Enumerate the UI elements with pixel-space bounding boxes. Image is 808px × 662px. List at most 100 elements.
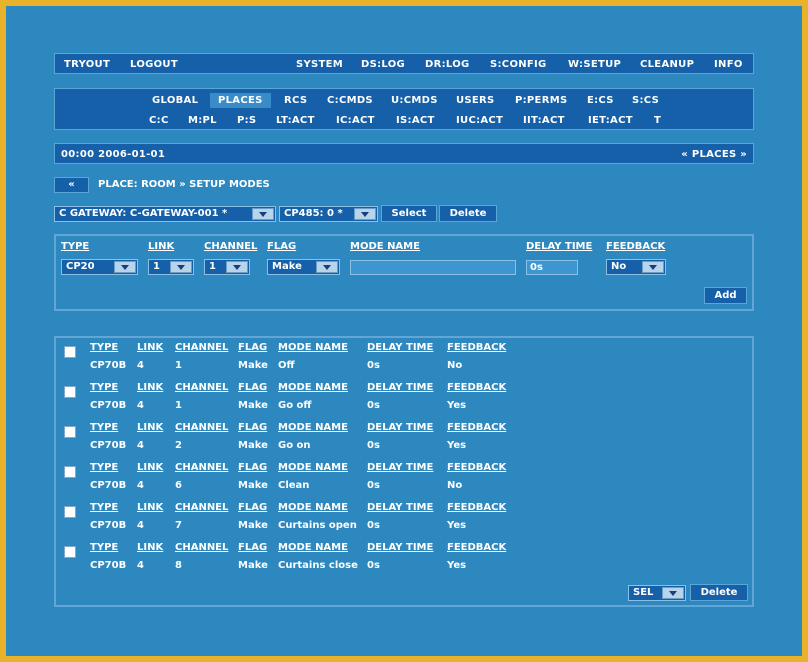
header-feedback[interactable]: FEEDBACK xyxy=(447,422,506,433)
nav-tryout[interactable]: TRYOUT xyxy=(64,59,110,70)
header-link[interactable]: LINK xyxy=(137,382,163,393)
row-checkbox[interactable] xyxy=(64,546,76,558)
header-link[interactable]: LINK xyxy=(137,542,163,553)
header-type[interactable]: TYPE xyxy=(90,342,118,353)
header-mode-name[interactable]: MODE NAME xyxy=(278,342,348,353)
header-link[interactable]: LINK xyxy=(148,241,174,252)
tab-p-s[interactable]: P:S xyxy=(237,115,256,126)
nav-cleanup[interactable]: CLEANUP xyxy=(640,59,694,70)
header-delay-time[interactable]: DELAY TIME xyxy=(367,342,433,353)
header-feedback[interactable]: FEEDBACK xyxy=(447,502,506,513)
tab-m-pl[interactable]: M:PL xyxy=(188,115,217,126)
tab-iuc-act[interactable]: IUC:ACT xyxy=(456,115,503,126)
header-link[interactable]: LINK xyxy=(137,502,163,513)
cp485-select[interactable]: CP485: 0 * xyxy=(279,206,378,222)
tab-rcs[interactable]: RCS xyxy=(284,95,307,106)
nav-system[interactable]: SYSTEM xyxy=(296,59,343,70)
places-link[interactable]: « PLACES » xyxy=(681,149,747,160)
header-feedback[interactable]: FEEDBACK xyxy=(606,241,665,252)
header-mode-name[interactable]: MODE NAME xyxy=(278,502,348,513)
header-link[interactable]: LINK xyxy=(137,462,163,473)
add-button[interactable]: Add xyxy=(704,287,747,304)
header-flag[interactable]: FLAG xyxy=(238,382,267,393)
header-delay-time[interactable]: DELAY TIME xyxy=(367,502,433,513)
tab-ic-act[interactable]: IC:ACT xyxy=(336,115,375,126)
header-flag[interactable]: FLAG xyxy=(238,542,267,553)
tab-s-cs[interactable]: S:CS xyxy=(632,95,659,106)
header-feedback[interactable]: FEEDBACK xyxy=(447,382,506,393)
header-delay-time[interactable]: DELAY TIME xyxy=(367,382,433,393)
tab-iet-act[interactable]: IET:ACT xyxy=(588,115,633,126)
header-channel[interactable]: CHANNEL xyxy=(204,241,257,252)
type-select[interactable]: CP20 xyxy=(61,259,138,275)
header-flag[interactable]: FLAG xyxy=(238,422,267,433)
header-delay-time[interactable]: DELAY TIME xyxy=(526,241,592,252)
flag-select[interactable]: Make xyxy=(267,259,340,275)
tab-c-cmds[interactable]: C:CMDS xyxy=(327,95,373,106)
delete-modes-button[interactable]: Delete xyxy=(690,584,748,601)
header-type[interactable]: TYPE xyxy=(90,502,118,513)
header-channel[interactable]: CHANNEL xyxy=(175,462,228,473)
header-feedback[interactable]: FEEDBACK xyxy=(447,542,506,553)
nav-s-config[interactable]: S:CONFIG xyxy=(490,59,547,70)
nav-logout[interactable]: LOGOUT xyxy=(130,59,178,70)
header-channel[interactable]: CHANNEL xyxy=(175,382,228,393)
header-mode-name[interactable]: MODE NAME xyxy=(278,422,348,433)
nav-dr-log[interactable]: DR:LOG xyxy=(425,59,470,70)
header-type[interactable]: TYPE xyxy=(90,382,118,393)
header-flag[interactable]: FLAG xyxy=(238,342,267,353)
tab-global[interactable]: GLOBAL xyxy=(152,95,198,106)
tab-e-cs[interactable]: E:CS xyxy=(587,95,614,106)
header-type[interactable]: TYPE xyxy=(90,462,118,473)
header-channel[interactable]: CHANNEL xyxy=(175,502,228,513)
cell-feedback: Yes xyxy=(447,520,467,531)
tab-u-cmds[interactable]: U:CMDS xyxy=(391,95,438,106)
header-mode-name[interactable]: MODE NAME xyxy=(350,241,420,252)
header-mode-name[interactable]: MODE NAME xyxy=(278,382,348,393)
header-feedback[interactable]: FEEDBACK xyxy=(447,342,506,353)
header-flag[interactable]: FLAG xyxy=(238,462,267,473)
row-checkbox[interactable] xyxy=(64,426,76,438)
header-mode-name[interactable]: MODE NAME xyxy=(278,542,348,553)
header-channel[interactable]: CHANNEL xyxy=(175,422,228,433)
row-checkbox[interactable] xyxy=(64,506,76,518)
nav-info[interactable]: INFO xyxy=(714,59,743,70)
gateway-select[interactable]: C GATEWAY: C-GATEWAY-001 * xyxy=(54,206,276,222)
header-delay-time[interactable]: DELAY TIME xyxy=(367,422,433,433)
tab-places[interactable]: PLACES xyxy=(210,93,271,108)
header-channel[interactable]: CHANNEL xyxy=(175,542,228,553)
select-button[interactable]: Select xyxy=(381,205,437,222)
back-button[interactable]: « xyxy=(54,177,89,193)
mode-name-input[interactable] xyxy=(350,260,516,275)
header-mode-name[interactable]: MODE NAME xyxy=(278,462,348,473)
header-type[interactable]: TYPE xyxy=(90,542,118,553)
header-type[interactable]: TYPE xyxy=(61,241,89,252)
tab-iit-act[interactable]: IIT:ACT xyxy=(523,115,565,126)
link-select[interactable]: 1 xyxy=(148,259,194,275)
tab-users[interactable]: USERS xyxy=(456,95,495,106)
header-delay-time[interactable]: DELAY TIME xyxy=(367,462,433,473)
delay-time-input[interactable]: 0s xyxy=(526,260,578,275)
header-delay-time[interactable]: DELAY TIME xyxy=(367,542,433,553)
row-checkbox[interactable] xyxy=(64,346,76,358)
header-link[interactable]: LINK xyxy=(137,342,163,353)
feedback-select[interactable]: No xyxy=(606,259,666,275)
tab-c-c[interactable]: C:C xyxy=(149,115,169,126)
row-checkbox[interactable] xyxy=(64,466,76,478)
header-type[interactable]: TYPE xyxy=(90,422,118,433)
delete-gateway-button[interactable]: Delete xyxy=(439,205,497,222)
header-feedback[interactable]: FEEDBACK xyxy=(447,462,506,473)
tab-t[interactable]: T xyxy=(654,115,661,126)
row-checkbox[interactable] xyxy=(64,386,76,398)
header-flag[interactable]: FLAG xyxy=(267,241,296,252)
nav-w-setup[interactable]: W:SETUP xyxy=(568,59,621,70)
header-link[interactable]: LINK xyxy=(137,422,163,433)
tab-is-act[interactable]: IS:ACT xyxy=(396,115,435,126)
bulk-select[interactable]: SEL xyxy=(628,585,686,601)
header-channel[interactable]: CHANNEL xyxy=(175,342,228,353)
header-flag[interactable]: FLAG xyxy=(238,502,267,513)
tab-p-perms[interactable]: P:PERMS xyxy=(515,95,567,106)
nav-ds-log[interactable]: DS:LOG xyxy=(361,59,405,70)
tab-lt-act[interactable]: LT:ACT xyxy=(276,115,315,126)
channel-select[interactable]: 1 xyxy=(204,259,250,275)
